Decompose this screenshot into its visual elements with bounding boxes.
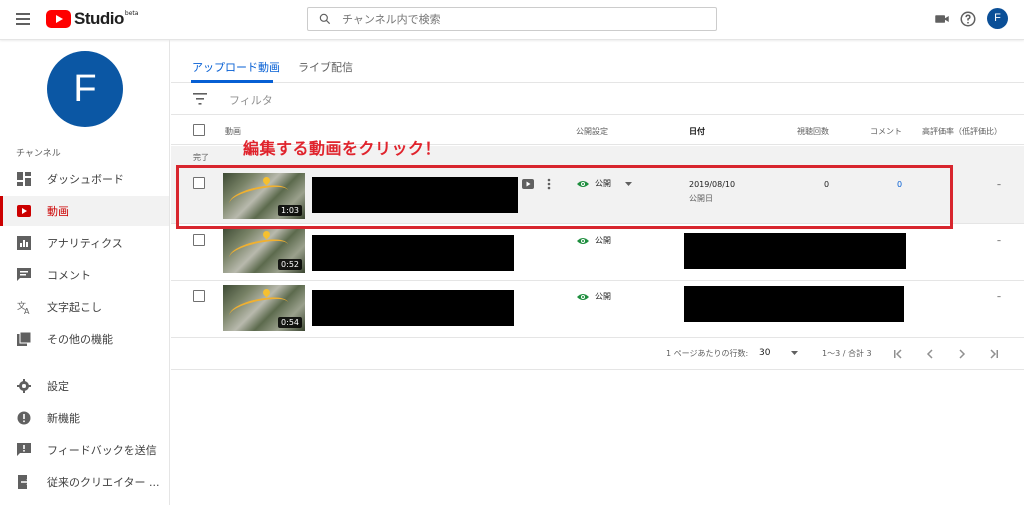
column-views[interactable]: 視聴回数: [797, 126, 829, 137]
video-thumbnail[interactable]: 0:54: [223, 285, 305, 331]
redacted-title: [312, 290, 514, 326]
sidebar-item-label: 新機能: [47, 412, 80, 425]
column-rating[interactable]: 高評価率（低評価比）: [922, 126, 1002, 137]
select-all-checkbox[interactable]: [193, 124, 205, 136]
video-rating: –: [997, 236, 1001, 245]
callout-text: 編集する動画をクリック！: [243, 139, 442, 158]
channel-label: チャンネル: [16, 149, 61, 159]
sidebar-item-label: 文字起こし: [47, 301, 102, 314]
row-checkbox[interactable]: [193, 290, 205, 302]
video-duration: 0:52: [278, 259, 302, 270]
whats-new-icon: [16, 410, 32, 426]
search-icon: [319, 13, 331, 25]
menu-icon[interactable]: [16, 13, 30, 25]
studio-logo[interactable]: Studio beta: [46, 9, 138, 29]
dashboard-icon: [16, 171, 32, 187]
sidebar-item-classic-studio[interactable]: 従来のクリエイター ...: [0, 467, 169, 497]
table-row[interactable]: 0:52 公開 –: [171, 225, 1024, 281]
sidebar-item-analytics[interactable]: アナリティクス: [0, 228, 169, 258]
tab-live[interactable]: ライブ配信: [298, 59, 353, 75]
redacted-stats: [684, 286, 904, 322]
page-range: 1〜3 / 合計 3: [822, 349, 872, 358]
sidebar-item-dashboard[interactable]: ダッシュボード: [0, 164, 169, 194]
settings-icon: [16, 378, 32, 394]
sidebar-item-settings[interactable]: 設定: [0, 371, 169, 401]
filter-bar[interactable]: フィルタ: [171, 83, 1024, 115]
video-icon: [16, 203, 32, 219]
column-video: 動画: [225, 127, 241, 136]
row-checkbox[interactable]: [193, 234, 205, 246]
youtube-play-icon: [46, 10, 71, 28]
redacted-title: [312, 235, 514, 271]
table-row[interactable]: 0:54 公開 –: [171, 282, 1024, 338]
account-avatar[interactable]: F: [987, 8, 1008, 29]
eye-icon: [577, 293, 589, 300]
sidebar-item-label: ダッシュボード: [47, 173, 124, 186]
sidebar-item-label: 従来のクリエイター ...: [47, 476, 160, 489]
chevron-down-icon[interactable]: [791, 351, 798, 355]
sidebar-item-whats-new[interactable]: 新機能: [0, 403, 169, 433]
svg-text:A: A: [24, 307, 30, 314]
next-page-icon[interactable]: [955, 347, 969, 361]
visibility-status[interactable]: 公開: [577, 235, 611, 246]
comment-icon: [16, 267, 32, 283]
logo-beta: beta: [124, 10, 139, 17]
filter-icon[interactable]: [193, 93, 207, 105]
sidebar: F チャンネル ダッシュボード 動画 アナリティクス コメント 文A 文字起こし…: [0, 40, 170, 505]
create-video-icon[interactable]: [933, 10, 951, 28]
search-input[interactable]: [342, 12, 702, 26]
video-thumbnail[interactable]: 0:52: [223, 227, 305, 273]
sidebar-item-label: アナリティクス: [47, 237, 123, 250]
highlight-box: [176, 165, 953, 229]
previous-page-icon[interactable]: [923, 347, 937, 361]
feedback-icon: [16, 442, 32, 458]
eye-icon: [577, 237, 589, 244]
main-content: アップロード動画 ライブ配信 フィルタ 動画 公開設定 日付 視聴回数 コメント…: [171, 40, 1024, 505]
sidebar-item-label: フィードバックを送信: [47, 444, 157, 457]
translate-icon: 文A: [16, 299, 32, 315]
sidebar-item-label: コメント: [47, 269, 91, 282]
sidebar-item-videos[interactable]: 動画: [0, 196, 169, 226]
video-duration: 0:54: [278, 317, 302, 328]
logo-text: Studio: [74, 9, 124, 28]
video-rating: –: [997, 292, 1001, 301]
pagination-bar: 1 ページあたりの行数: 30 1〜3 / 合計 3: [171, 338, 1024, 370]
sidebar-item-other-features[interactable]: その他の機能: [0, 324, 169, 354]
help-icon[interactable]: [959, 10, 977, 28]
search-box[interactable]: [307, 7, 717, 31]
column-comments[interactable]: コメント: [870, 126, 902, 137]
column-date[interactable]: 日付: [689, 126, 705, 137]
redacted-stats: [684, 233, 906, 269]
column-visibility[interactable]: 公開設定: [576, 126, 608, 137]
top-app-bar: Studio beta F: [0, 0, 1024, 40]
rows-per-page-select[interactable]: 30: [759, 348, 770, 358]
last-page-icon[interactable]: [987, 347, 1001, 361]
tab-bar: アップロード動画 ライブ配信: [171, 40, 1024, 83]
sidebar-item-comments[interactable]: コメント: [0, 260, 169, 290]
sidebar-item-label: その他の機能: [47, 333, 113, 346]
channel-avatar[interactable]: F: [47, 51, 123, 127]
filter-input[interactable]: フィルタ: [229, 92, 273, 108]
sidebar-item-feedback[interactable]: フィードバックを送信: [0, 435, 169, 465]
first-page-icon[interactable]: [891, 347, 905, 361]
video-rating: –: [997, 180, 1001, 189]
analytics-icon: [16, 235, 32, 251]
tab-uploads[interactable]: アップロード動画: [192, 59, 280, 75]
sidebar-item-label: 設定: [47, 380, 69, 393]
sidebar-item-transcription[interactable]: 文A 文字起こし: [0, 292, 169, 322]
rows-per-page-label: 1 ページあたりの行数:: [666, 349, 749, 358]
sidebar-item-label: 動画: [47, 205, 69, 218]
more-features-icon: [16, 331, 32, 347]
visibility-status[interactable]: 公開: [577, 291, 611, 302]
classic-studio-icon: [16, 474, 32, 490]
